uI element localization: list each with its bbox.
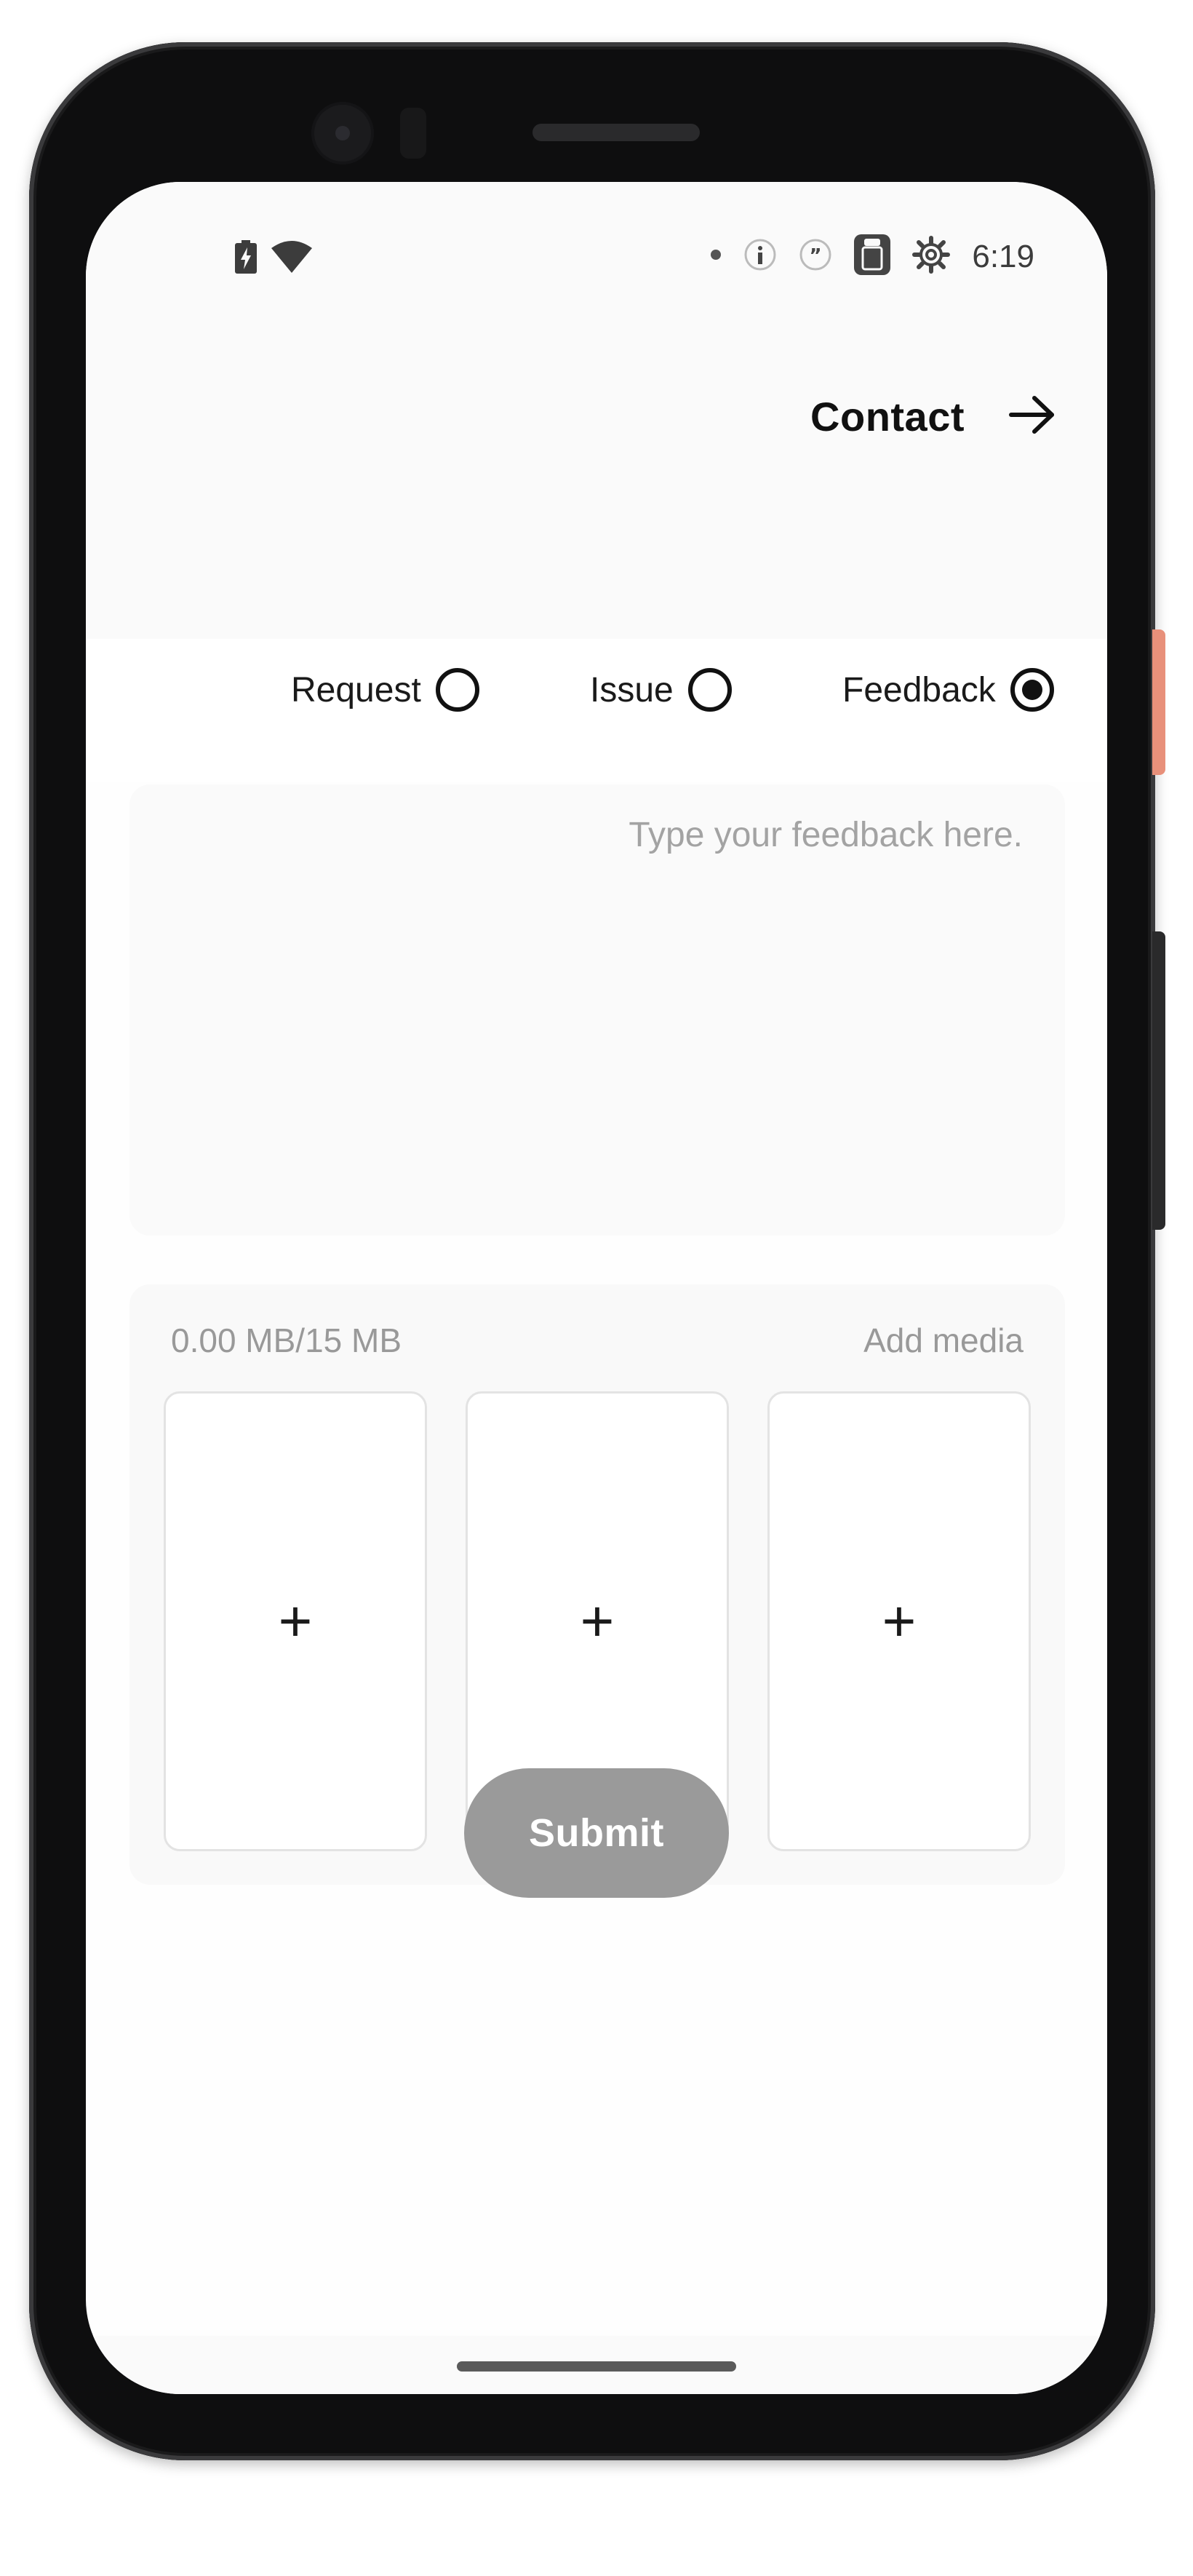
plus-icon: + <box>278 1589 313 1653</box>
wifi-icon <box>271 241 312 277</box>
feedback-box <box>129 784 1065 1236</box>
radio-feedback[interactable] <box>1010 668 1054 712</box>
clipboard-icon <box>854 234 891 279</box>
proximity-sensor <box>400 108 426 159</box>
svg-text:”: ” <box>810 245 822 267</box>
dot-icon <box>710 249 722 264</box>
power-button <box>1152 629 1165 775</box>
feedback-input[interactable] <box>129 784 1065 1236</box>
arrow-right-icon[interactable] <box>1008 394 1056 439</box>
radio-option-request[interactable]: Request <box>291 668 479 712</box>
status-time: 6:19 <box>972 238 1034 274</box>
type-selector: Request Issue Feedback <box>86 639 1107 782</box>
radio-label-request: Request <box>291 670 421 709</box>
info-icon <box>743 238 777 275</box>
page-title: Contact <box>810 394 965 440</box>
media-size-label: 0.00 MB/15 MB <box>171 1321 402 1359</box>
plus-icon: + <box>580 1589 615 1653</box>
radio-label-feedback: Feedback <box>842 670 996 709</box>
media-slot[interactable]: + <box>767 1391 1031 1851</box>
add-media-button[interactable]: Add media <box>863 1321 1024 1360</box>
status-bar: ” 6:19 <box>86 182 1107 313</box>
quote-icon: ” <box>799 238 832 275</box>
submit-button[interactable]: Submit <box>464 1768 729 1898</box>
battery-charging-icon <box>235 240 257 277</box>
app-bar-content: Contact <box>810 393 1056 440</box>
volume-button <box>1152 931 1165 1230</box>
home-indicator[interactable] <box>457 2361 736 2372</box>
app-bar <box>86 313 1107 639</box>
status-right-icons: ” 6:19 <box>710 234 1034 279</box>
radio-issue[interactable] <box>687 668 732 712</box>
earpiece-speaker <box>532 124 700 141</box>
front-camera <box>311 102 374 164</box>
gear-icon <box>912 236 951 277</box>
plus-icon: + <box>882 1589 917 1653</box>
media-slot[interactable]: + <box>164 1391 427 1851</box>
radio-label-issue: Issue <box>590 670 674 709</box>
radio-request[interactable] <box>435 668 479 712</box>
screen: ” 6:19 Contact Request Issue Feedback Ty… <box>86 182 1107 2394</box>
radio-option-issue[interactable]: Issue <box>590 668 732 712</box>
radio-option-feedback[interactable]: Feedback <box>842 668 1054 712</box>
status-left-icons <box>235 240 312 277</box>
